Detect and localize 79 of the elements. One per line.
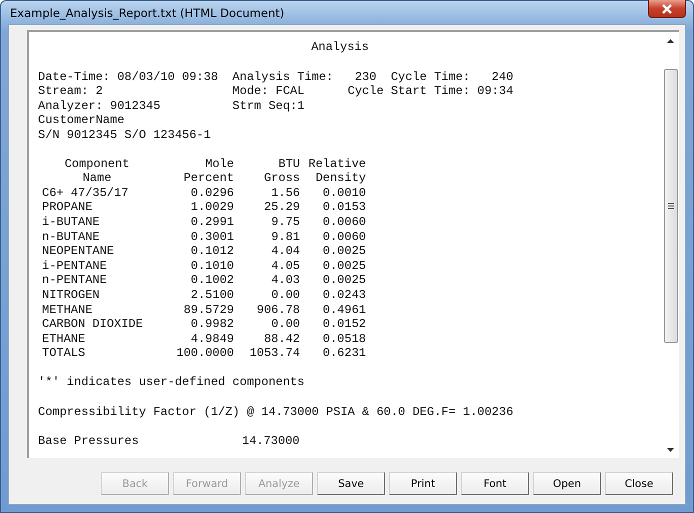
table-cell-text: i-BUTANE xyxy=(42,214,101,230)
table-cell-text: 0.00 xyxy=(270,288,300,302)
scroll-thumb[interactable] xyxy=(664,69,678,343)
table-cell-text: 0.0025 xyxy=(322,244,366,259)
table-cell-text: 4.9849 xyxy=(190,332,234,346)
table-cell-text: 0.2991 xyxy=(190,214,234,230)
action-button[interactable]: Close xyxy=(605,472,673,495)
note-text: '*' indicates user-defined components xyxy=(38,375,304,390)
compressibility-text: Compressibility Factor (1/Z) @ 14.73000 PSIA & 60.0 DEG.F= 1.00236 xyxy=(38,404,514,420)
table-cell-text: C6+ 47/35/17 xyxy=(42,186,130,200)
table-cell-text: 0.0010 xyxy=(322,186,366,200)
action-button[interactable]: Save xyxy=(317,472,385,495)
table-cell-text: 906.78 xyxy=(256,302,300,318)
window-title: Example_Analysis_Report.txt (HTML Document) xyxy=(9,6,284,20)
table-cell-text: 89.5729 xyxy=(182,302,234,318)
table-cell-text: 1.0029 xyxy=(190,200,234,215)
column-header: BTU xyxy=(277,156,300,172)
action-button[interactable]: Open xyxy=(533,472,601,495)
table-cell-text: 0.1010 xyxy=(190,258,234,274)
table-cell-text: 0.0060 xyxy=(322,230,366,244)
table-cell-text: NITROGEN xyxy=(42,288,101,302)
report-line: S/N 9012345 S/O 123456-1 xyxy=(38,128,211,143)
table-cell-text: 0.3001 xyxy=(190,230,234,244)
scroll-down-icon[interactable] xyxy=(667,448,674,452)
table-cell-text: 1.56 xyxy=(270,186,300,200)
table-cell-text: NEOPENTANE xyxy=(42,244,116,259)
report-heading: Analysis xyxy=(310,40,370,55)
table-cell-text: 0.4961 xyxy=(322,302,366,318)
table-cell-text: 0.1012 xyxy=(190,244,234,259)
table-cell-text: 25.29 xyxy=(262,200,300,215)
table-cell-text: TOTALS xyxy=(42,346,86,361)
column-header: Gross xyxy=(262,171,300,186)
table-cell-text: 0.0518 xyxy=(322,332,366,346)
column-header: Mole xyxy=(204,156,234,172)
table-cell-text: 0.0296 xyxy=(190,186,234,200)
table-cell-text: 0.0025 xyxy=(322,258,366,274)
table-cell-text: 4.04 xyxy=(270,244,300,259)
column-header: Component xyxy=(64,156,130,172)
table-cell-text: 0.6231 xyxy=(322,346,366,361)
base-pressures-label: Base Pressures xyxy=(38,434,139,448)
table-cell-text: PROPANE xyxy=(42,200,94,215)
column-header: Percent xyxy=(182,171,234,186)
table-cell-text: METHANE xyxy=(42,302,94,318)
column-header: Relative xyxy=(307,156,366,172)
report-line: Date-Time: 08/03/10 09:38 Analysis Time: 230 Cycle Time: 240 xyxy=(38,70,514,84)
column-header: Density xyxy=(314,171,366,186)
table-cell-text: 88.42 xyxy=(262,332,300,346)
table-cell-text: 0.0025 xyxy=(322,273,366,288)
base-pressures-value: 14.73000 xyxy=(242,434,300,448)
table-cell-text: 0.0060 xyxy=(322,214,366,230)
table-cell-text: n-PENTANE xyxy=(42,273,108,288)
action-button[interactable]: Font xyxy=(461,472,529,495)
table-cell-text: 0.00 xyxy=(270,317,300,332)
column-header: Name xyxy=(82,171,112,186)
table-cell-text: 0.0243 xyxy=(322,288,366,302)
table-cell-text: n-BUTANE xyxy=(42,230,101,244)
report-line: Stream: 2 Mode: FCAL Cycle Start Time: 09:34 xyxy=(38,84,514,99)
table-cell-text: 100.0000 xyxy=(175,346,234,361)
action-button[interactable]: Print xyxy=(389,472,457,495)
table-cell-text: 0.9982 xyxy=(190,317,234,332)
vertical-scrollbar[interactable] xyxy=(662,30,679,458)
table-cell-text: i-PENTANE xyxy=(42,258,108,274)
table-cell-text: ETHANE xyxy=(42,332,86,346)
table-cell-text: 0.0153 xyxy=(322,200,366,215)
table-cell-text: 4.05 xyxy=(270,258,300,274)
scroll-up-icon[interactable] xyxy=(667,38,674,42)
report-line: Analyzer: 9012345 Strm Seq:1 xyxy=(38,98,304,114)
table-cell-text: 1053.74 xyxy=(248,346,300,361)
close-icon xyxy=(661,4,673,14)
table-cell-text: 2.5100 xyxy=(190,288,234,302)
table-cell-text: 0.1002 xyxy=(190,273,234,288)
table-cell-text: CARBON DIOXIDE xyxy=(42,317,144,332)
table-cell-text: 0.0152 xyxy=(322,317,366,332)
report-line: CustomerName xyxy=(38,113,124,128)
grip-icon xyxy=(668,203,674,209)
table-cell-text: 9.81 xyxy=(270,230,300,244)
table-cell-text: 4.03 xyxy=(270,273,300,288)
close-button[interactable] xyxy=(648,0,686,18)
table-cell-text: 9.75 xyxy=(270,214,300,230)
